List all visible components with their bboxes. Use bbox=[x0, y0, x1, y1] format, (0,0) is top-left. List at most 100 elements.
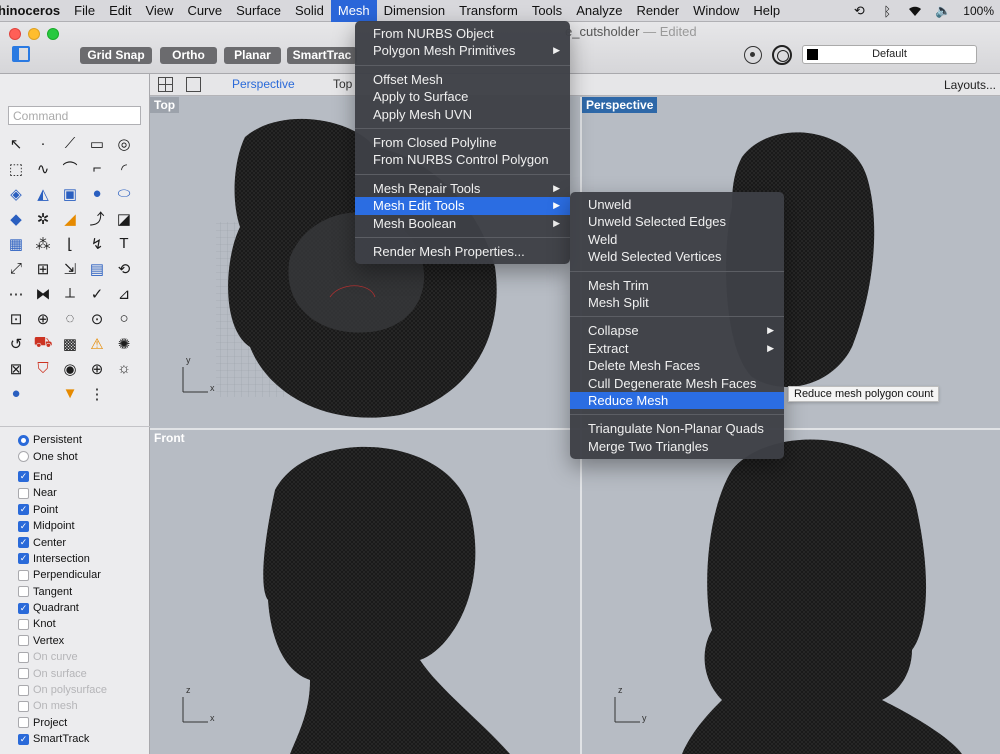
submenu-item-collapse[interactable]: Collapse ▶ bbox=[570, 322, 784, 339]
analyze-icon[interactable]: ⊿ bbox=[112, 282, 136, 305]
shield-icon[interactable]: ⛉ bbox=[31, 357, 55, 380]
checkbox[interactable]: ✓ bbox=[18, 504, 29, 516]
submenu-item-weld-selected-vertices[interactable]: Weld Selected Vertices bbox=[570, 248, 784, 265]
globe-icon[interactable]: ⊕ bbox=[85, 357, 109, 380]
scale-icon[interactable]: ⇲ bbox=[58, 257, 82, 280]
command-input[interactable] bbox=[8, 106, 141, 125]
menu-item-apply-mesh-uvn[interactable]: Apply Mesh UVN bbox=[355, 106, 570, 123]
osnap-perpendicular[interactable]: Perpendicular bbox=[18, 567, 148, 583]
radio-button[interactable] bbox=[18, 451, 29, 463]
arc-icon[interactable]: ◜ bbox=[112, 157, 136, 180]
maximize-window-button[interactable] bbox=[47, 28, 59, 40]
mirror-icon[interactable]: ⧓ bbox=[31, 282, 55, 305]
menu-item-from-closed-polyline[interactable]: From Closed Polyline bbox=[355, 134, 570, 151]
osnap-vertex[interactable]: Vertex bbox=[18, 633, 148, 649]
lock-icon[interactable]: ⊡ bbox=[4, 307, 28, 330]
menu-item-from-nurbs-control-polygon[interactable]: From NURBS Control Polygon bbox=[355, 151, 570, 168]
boolean-icon[interactable]: ◢ bbox=[58, 207, 82, 230]
checkbox[interactable]: ✓ bbox=[18, 553, 29, 565]
single-view-icon[interactable] bbox=[186, 77, 201, 92]
layer-select[interactable]: Default bbox=[802, 45, 977, 64]
submenu-item-unweld-selected-edges[interactable]: Unweld Selected Edges bbox=[570, 213, 784, 230]
time-machine-icon[interactable]: ⟲ bbox=[851, 3, 867, 18]
menu-surface[interactable]: Surface bbox=[229, 0, 288, 22]
flow-icon[interactable]: ⋮ bbox=[85, 382, 109, 405]
render-icon[interactable]: ▩ bbox=[58, 332, 82, 355]
osnap-project[interactable]: Project bbox=[18, 715, 148, 731]
menu-solid[interactable]: Solid bbox=[288, 0, 331, 22]
submenu-item-unweld[interactable]: Unweld bbox=[570, 196, 784, 213]
osnap-center[interactable]: ✓ Center bbox=[18, 534, 148, 550]
checkbox[interactable] bbox=[18, 569, 29, 581]
search-icon[interactable]: ○ bbox=[112, 307, 136, 330]
select-arrow-icon[interactable]: ↖ bbox=[4, 132, 28, 155]
rectangle-icon[interactable]: ▭ bbox=[85, 132, 109, 155]
checkbox[interactable] bbox=[18, 618, 29, 630]
loft-icon[interactable]: ◭ bbox=[31, 182, 55, 205]
menu-item-from-nurbs-object[interactable]: From NURBS Object bbox=[355, 25, 570, 42]
submenu-item-triangulate-non-planar-quads[interactable]: Triangulate Non-Planar Quads bbox=[570, 420, 784, 437]
box-icon[interactable]: ▣ bbox=[58, 182, 82, 205]
text-tool-icon[interactable]: T bbox=[112, 232, 136, 255]
select-points-icon[interactable]: ⬚ bbox=[4, 157, 28, 180]
ortho-button[interactable]: Ortho bbox=[160, 47, 217, 64]
menu-transform[interactable]: Transform bbox=[452, 0, 525, 22]
osnap-midpoint[interactable]: ✓ Midpoint bbox=[18, 518, 148, 534]
submenu-item-merge-two-triangles[interactable]: Merge Two Triangles bbox=[570, 438, 784, 455]
menu-help[interactable]: Help bbox=[746, 0, 787, 22]
osnap-mode-one-shot[interactable]: One shot bbox=[18, 448, 148, 464]
move-icon[interactable]: ⤢ bbox=[4, 257, 28, 280]
polyline-icon[interactable]: ⟋ bbox=[58, 132, 82, 155]
osnap-intersection[interactable]: ✓ Intersection bbox=[18, 551, 148, 567]
osnap-mode-persistent[interactable]: Persistent bbox=[18, 432, 148, 448]
viewport-title-front[interactable]: Front bbox=[150, 430, 189, 446]
checkbox[interactable] bbox=[18, 487, 29, 499]
close-window-button[interactable] bbox=[9, 28, 21, 40]
viewport-title-top[interactable]: Top bbox=[150, 97, 180, 113]
undo-icon[interactable]: ↺ bbox=[4, 332, 28, 355]
circle-icon[interactable]: ◎ bbox=[112, 132, 136, 155]
gear-icon[interactable]: ✲ bbox=[31, 207, 55, 230]
menu-item-mesh-repair-tools[interactable]: Mesh Repair Tools ▶ bbox=[355, 180, 570, 197]
planar-surface-icon[interactable]: ◆ bbox=[4, 207, 28, 230]
menu-item-apply-to-surface[interactable]: Apply to Surface bbox=[355, 88, 570, 105]
menu-window[interactable]: Window bbox=[686, 0, 746, 22]
planar-button[interactable]: Planar bbox=[224, 47, 281, 64]
app-menu[interactable]: hinoceros bbox=[0, 0, 67, 22]
menu-item-polygon-mesh-primitives[interactable]: Polygon Mesh Primitives ▶ bbox=[355, 42, 570, 59]
osnap-tangent[interactable]: Tangent bbox=[18, 584, 148, 600]
wifi-icon[interactable] bbox=[907, 4, 923, 18]
mesh-icon[interactable]: ▦ bbox=[4, 232, 28, 255]
volume-icon[interactable]: 🔈 bbox=[935, 3, 951, 18]
menu-item-offset-mesh[interactable]: Offset Mesh bbox=[355, 71, 570, 88]
bluetooth-icon[interactable]: ᛒ bbox=[879, 4, 895, 19]
sidebar-toggle-icon[interactable] bbox=[12, 46, 30, 62]
zoom-icon[interactable]: ⊕ bbox=[31, 307, 55, 330]
group-icon[interactable]: ⊞ bbox=[31, 257, 55, 280]
target-icon[interactable] bbox=[744, 46, 762, 64]
submenu-item-delete-mesh-faces[interactable]: Delete Mesh Faces bbox=[570, 357, 784, 374]
surface-icon[interactable]: ◈ bbox=[4, 182, 28, 205]
sphere-icon[interactable]: ● bbox=[85, 182, 109, 205]
submenu-item-cull-degenerate-mesh-faces[interactable]: Cull Degenerate Mesh Faces bbox=[570, 375, 784, 392]
control-curve-icon[interactable]: ⌒ bbox=[58, 157, 82, 180]
viewport-right[interactable]: z y bbox=[582, 430, 1000, 754]
submenu-item-weld[interactable]: Weld bbox=[570, 231, 784, 248]
lasso-icon[interactable]: ◌ bbox=[58, 307, 82, 330]
spotlight-icon[interactable]: ▼ bbox=[58, 382, 82, 405]
layouts-button[interactable]: Layouts... bbox=[944, 78, 996, 92]
sun-icon[interactable]: ☼ bbox=[112, 357, 136, 380]
menu-curve[interactable]: Curve bbox=[180, 0, 229, 22]
checkbox[interactable]: ✓ bbox=[18, 602, 29, 614]
tab-top[interactable]: Top bbox=[333, 77, 352, 91]
menu-mesh[interactable]: Mesh bbox=[330, 0, 377, 22]
osnap-knot[interactable]: Knot bbox=[18, 616, 148, 632]
record-icon[interactable] bbox=[772, 45, 792, 65]
checkbox[interactable]: ✓ bbox=[18, 733, 29, 745]
check-icon[interactable]: ✓ bbox=[85, 282, 109, 305]
checkbox[interactable]: ✓ bbox=[18, 520, 29, 532]
lightbulb-icon[interactable]: ✺ bbox=[112, 332, 136, 355]
rotate-icon[interactable]: ⟲ bbox=[112, 257, 136, 280]
checkbox[interactable] bbox=[18, 717, 29, 729]
osnap-smarttrack[interactable]: ✓ SmartTrack bbox=[18, 731, 148, 747]
